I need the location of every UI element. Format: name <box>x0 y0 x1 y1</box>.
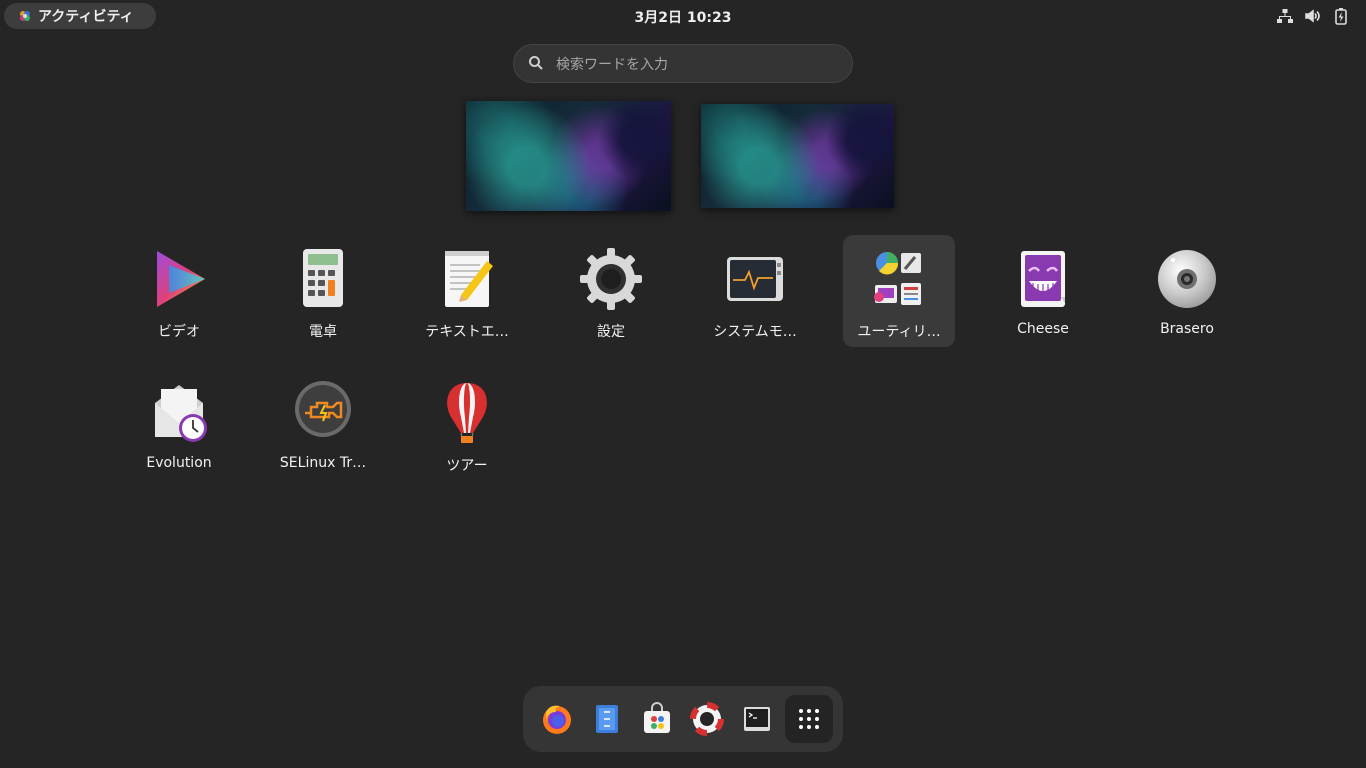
app-tour[interactable]: ツアー <box>411 369 523 481</box>
files-icon <box>596 705 618 733</box>
search-icon <box>528 55 544 71</box>
app-label: ビデオ <box>158 324 200 340</box>
volume-icon[interactable] <box>1304 7 1322 25</box>
firefox-icon <box>543 705 571 734</box>
app-label: テキストエ… <box>425 324 509 340</box>
show-apps-button[interactable] <box>785 695 833 743</box>
app-label: 設定 <box>597 324 625 340</box>
workspace-thumbnail-1[interactable] <box>466 101 671 211</box>
app-cheese[interactable]: Cheese <box>987 235 1099 347</box>
search-input[interactable] <box>554 53 848 77</box>
app-label: ツアー <box>446 458 488 474</box>
app-label: Evolution <box>146 455 212 471</box>
dash-software[interactable] <box>633 695 681 743</box>
fedora-logo-icon <box>18 9 32 23</box>
system-tray[interactable] <box>1276 7 1350 25</box>
terminal-icon <box>744 707 770 731</box>
utilities-folder-icon <box>867 247 931 311</box>
workspace-thumbnail-2[interactable] <box>701 104 894 208</box>
app-label: Brasero <box>1160 321 1214 337</box>
dash <box>523 686 843 752</box>
app-settings[interactable]: 設定 <box>555 235 667 347</box>
dash-files[interactable] <box>583 695 631 743</box>
app-calculator[interactable]: 電卓 <box>267 235 379 347</box>
activities-button[interactable]: アクティビティ <box>4 3 156 29</box>
help-icon <box>690 702 724 736</box>
video-icon <box>147 247 211 311</box>
dash-firefox[interactable] <box>533 695 581 743</box>
software-icon <box>644 702 670 733</box>
clock[interactable]: 3月2日 10:23 <box>610 7 756 27</box>
app-label: ユーティリ… <box>857 324 941 340</box>
app-label: SELinux Tr… <box>279 455 367 471</box>
calculator-icon <box>291 247 355 311</box>
top-bar: アクティビティ 3月2日 10:23 <box>0 0 1366 32</box>
app-label: Cheese <box>1017 321 1069 337</box>
selinux-troubleshooter-icon <box>291 381 355 445</box>
app-system-monitor[interactable]: システムモ… <box>699 235 811 347</box>
app-brasero[interactable]: Brasero <box>1131 235 1243 347</box>
system-monitor-icon <box>723 247 787 311</box>
app-video[interactable]: ビデオ <box>123 235 235 347</box>
cheese-icon <box>1011 247 1075 311</box>
dash-help[interactable] <box>683 695 731 743</box>
tour-balloon-icon <box>435 381 499 445</box>
activities-label: アクティビティ <box>38 9 134 25</box>
app-label: システムモ… <box>713 324 797 340</box>
settings-gear-icon <box>579 247 643 311</box>
show-apps-grid-icon <box>799 709 819 729</box>
search-box[interactable] <box>513 44 853 83</box>
evolution-mail-icon <box>147 381 211 445</box>
dash-terminal[interactable] <box>733 695 781 743</box>
app-evolution[interactable]: Evolution <box>123 369 235 481</box>
battery-charging-icon[interactable] <box>1332 7 1350 25</box>
app-label: 電卓 <box>309 324 337 340</box>
network-wired-icon[interactable] <box>1276 7 1294 25</box>
app-folder-utilities[interactable]: ユーティリ… <box>843 235 955 347</box>
app-selinux-troubleshooter[interactable]: SELinux Tr… <box>267 369 379 481</box>
app-text-editor[interactable]: テキストエ… <box>411 235 523 347</box>
text-editor-icon <box>435 247 499 311</box>
brasero-disc-icon <box>1155 247 1219 311</box>
